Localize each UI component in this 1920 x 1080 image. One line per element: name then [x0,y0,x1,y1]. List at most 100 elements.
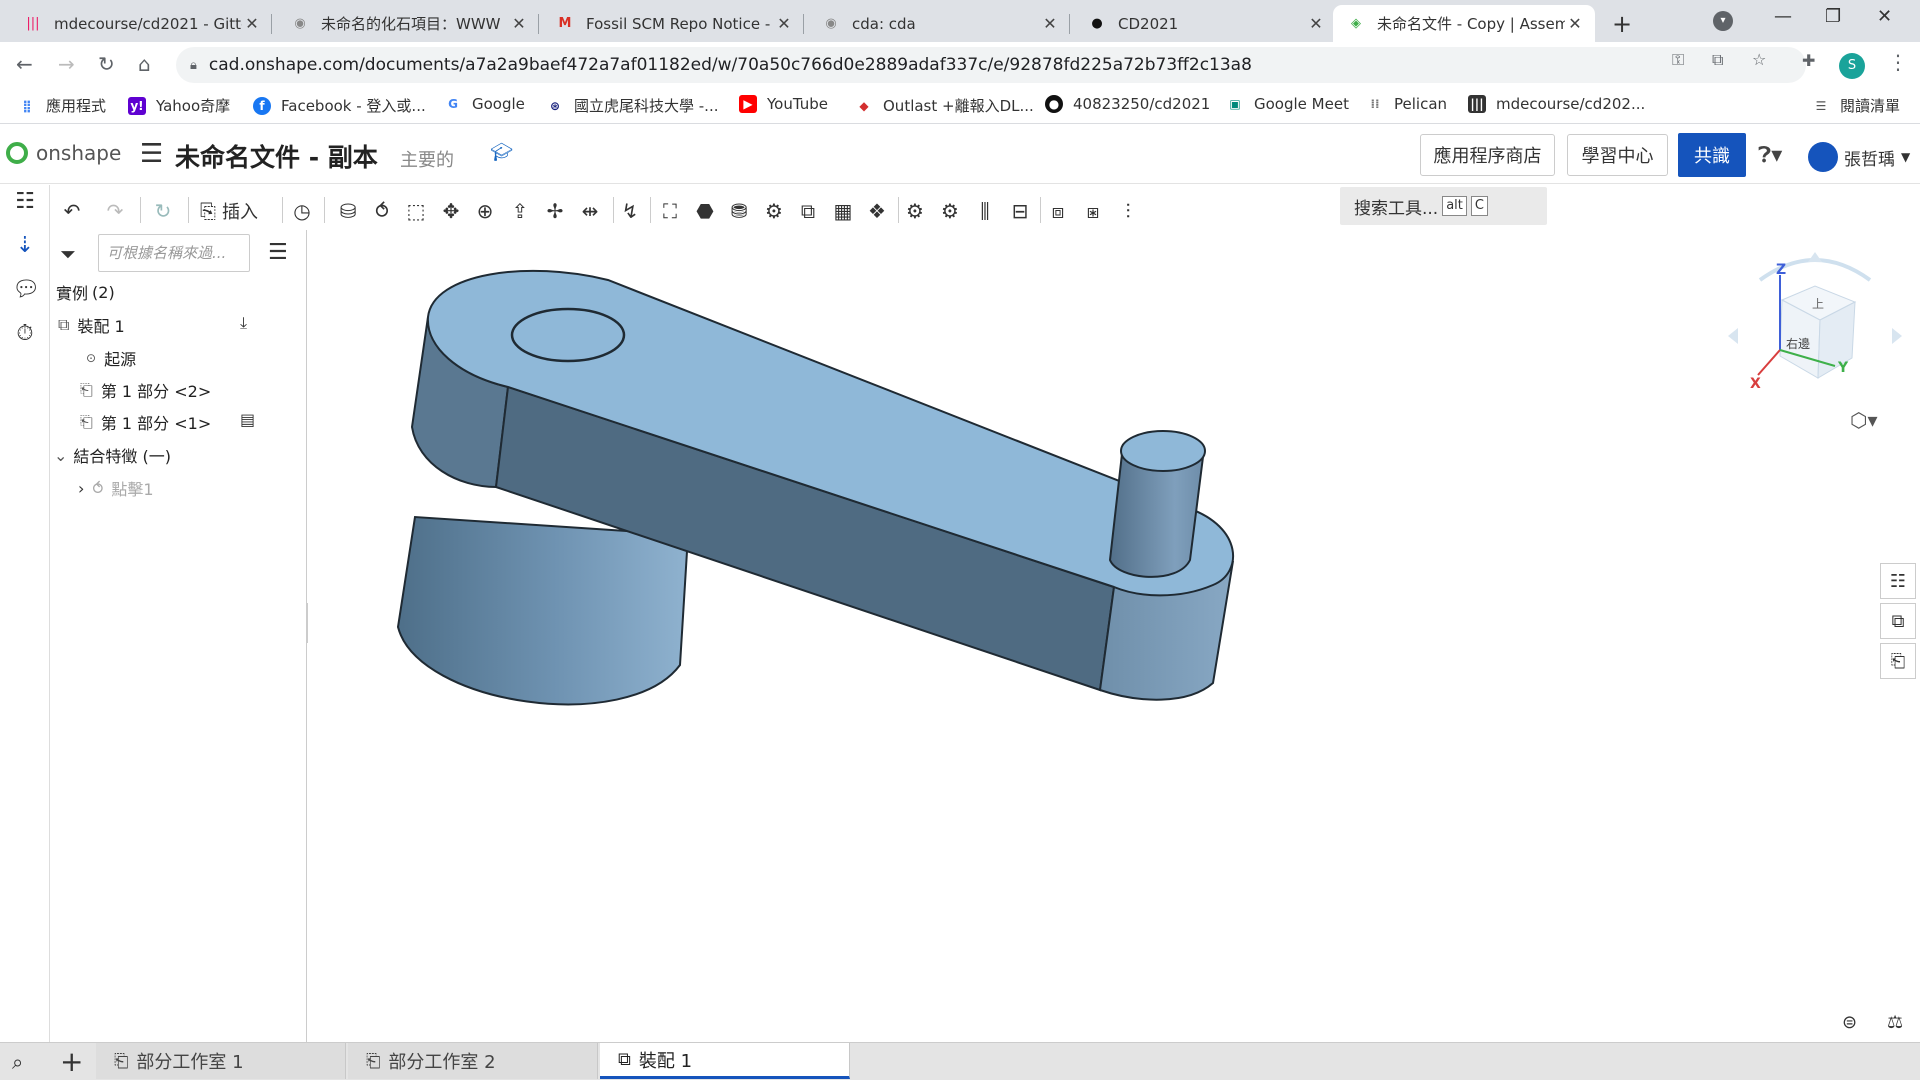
feature-tree-icon[interactable]: ☷ [12,189,38,214]
bookmark-nfu[interactable]: ⊛ 國立虎尾科技大學 -... [546,95,719,116]
configurations-panel-icon[interactable]: ⧉ [1880,603,1916,639]
search-tabs-icon[interactable]: ⌕ [12,1050,23,1074]
undo-icon[interactable]: ↶ [57,197,87,225]
view-cube[interactable]: 上 右邊 Z X Y [1720,250,1910,400]
tree-item-mate[interactable]: › ⥀ 點擊1 [78,476,154,500]
planar-mate-icon[interactable]: ✥ [436,197,466,225]
bookmark-outlast[interactable]: ◆ Outlast +離報入DL... [855,95,1033,116]
measure-icon[interactable]: ⧈ [1043,197,1073,225]
tab-part-studio-1[interactable]: ⎗ 部分工作室 1 [96,1043,346,1079]
new-tab-button[interactable]: + [1612,10,1632,38]
browser-tab-gmail[interactable]: M Fossil SCM Repo Notice - ✕ [542,5,804,42]
tab-assembly-1[interactable]: ⧉ 裝配 1 [600,1043,850,1079]
bookmark-yahoo[interactable]: y! Yahoo奇摩 [128,95,230,116]
redo-icon[interactable]: ↷ [100,197,130,225]
close-icon[interactable]: ✕ [774,14,794,33]
branch-label[interactable]: 主要的 [400,146,454,172]
filter-input[interactable] [98,234,250,272]
list-view-icon[interactable]: ☰ [268,240,288,265]
screw-relation-icon[interactable]: ⚙︎ [935,197,965,225]
bookmark-apps[interactable]: ⣿ 應用程式 [18,95,106,116]
view-cube-up-arrow[interactable] [1808,252,1822,262]
extensions-icon[interactable]: ✚ [1802,51,1815,70]
bookmark-github[interactable]: ● 40823250/cd2021 [1045,95,1210,113]
browser-tab-cda[interactable]: ◉ cda: cda ✕ [808,5,1070,42]
translate-icon[interactable]: ⧉ [1712,50,1723,70]
add-tab-button[interactable]: + [60,1045,83,1078]
help-icon[interactable]: ❓︎▾ [1758,143,1782,168]
graduation-cap-icon[interactable]: 🎓︎ [490,142,513,163]
reload-icon[interactable]: ↻ [98,52,115,76]
refresh-icon[interactable]: ↻ [148,197,178,225]
tree-item-part-2[interactable]: ⎗ 第 1 部分 <2> [80,378,211,402]
timeline-icon[interactable]: ◷ [287,197,317,225]
tree-item-part-1[interactable]: ⎗ 第 1 部分 <1> [80,410,211,434]
gear-icon[interactable]: ⚙︎ [900,197,930,225]
insert-mate-icon[interactable]: ⇣ [12,233,38,258]
browser-tab-fossil-www[interactable]: ◉ 未命名的化石項目：WWW ✕ [277,5,539,42]
tab-search-icon[interactable]: ▾ [1713,11,1733,31]
stopwatch-icon[interactable]: ⏱︎ [12,321,38,346]
fastened-mate-icon[interactable]: ⛁ [333,197,363,225]
units-icon[interactable]: ⊜ [1842,1012,1857,1033]
share-button[interactable]: 共識 [1678,133,1746,177]
pin-slot-mate-icon[interactable]: ⇪ [505,197,535,225]
tree-item-assembly[interactable]: ⧉ 裝配 1 [58,313,125,337]
properties-panel-icon[interactable]: ☷ [1880,563,1916,599]
named-positions-icon[interactable]: ❖ [862,197,892,225]
rack-pinion-icon[interactable]: ⧉ [793,197,823,225]
app-store-button[interactable]: 應用程序商店 [1420,134,1555,176]
revolute-mate-icon[interactable]: ⥀ [367,197,397,225]
browser-tab-cd2021[interactable]: ● CD2021 ✕ [1074,5,1336,42]
forward-arrow-icon[interactable]: → [58,52,75,76]
bookmark-youtube[interactable]: ▶ YouTube [739,95,828,113]
reading-list[interactable]: ☰ 閱讀清單 [1812,95,1900,116]
mate-connector-tool-icon[interactable]: ⛃ [724,197,754,225]
close-icon[interactable]: ✕ [509,14,529,33]
address-bar[interactable]: 🔒︎ cad.onshape.com/documents/a7a2a9baef4… [176,47,1806,83]
menu-kebab-icon[interactable]: ⋮ [1888,50,1908,74]
cylindrical-mate-icon[interactable]: ⊕ [470,197,500,225]
view-cube-left-arrow[interactable] [1728,328,1738,344]
tree-item-origin[interactable]: ⊙ 起源 [86,346,136,370]
minimize-icon[interactable]: — [1774,6,1792,27]
learning-center-button[interactable]: 學習中心 [1567,134,1668,176]
parallel-mate-icon[interactable]: ⇹ [575,197,605,225]
explode-view-icon[interactable]: ▦ [828,197,858,225]
close-icon[interactable]: ✕ [1040,14,1060,33]
view-options-icon[interactable]: ⬡▾ [1850,408,1878,432]
tree-item-mates[interactable]: ⌄ 結合特徵 (一) [54,443,171,467]
back-arrow-icon[interactable]: ← [16,52,33,76]
mate-connector-icon[interactable]: ↯ [615,197,645,225]
star-icon[interactable]: ☆ [1752,50,1766,69]
assembly-panel-icon[interactable]: ⎗ [1880,643,1916,679]
insert-button[interactable]: ⎘ 插入 [200,198,258,224]
restore-icon[interactable]: ❐ [1825,6,1841,27]
replicate-icon[interactable]: ⬣ [690,197,720,225]
close-icon[interactable]: ✕ [1565,14,1585,33]
bookmark-mdecourse[interactable]: ||| mdecourse/cd202... [1468,95,1645,113]
slider-mate-icon[interactable]: ⬚ [401,197,431,225]
bookmark-pelican[interactable]: ⁞⁞ Pelican [1366,95,1447,113]
home-icon[interactable]: ⌂ [138,52,151,76]
fixed-icon[interactable]: ▤ [240,410,255,429]
comments-icon[interactable]: 💬︎ [12,277,40,302]
download-icon[interactable]: ⤓ [240,313,247,333]
gear-relation-icon[interactable]: ⚙︎ [759,197,789,225]
group-icon[interactable]: ⛶ [655,197,685,225]
graphics-viewport[interactable] [308,235,1920,1042]
filter-icon[interactable]: ⏷ [60,242,76,266]
document-title[interactable]: 未命名文件 - 副本 [175,138,378,174]
linear-relation-icon[interactable]: ⫼ [970,197,1000,225]
browser-tab-onshape[interactable]: ◈ 未命名文件 - Copy | Assem ✕ [1333,5,1595,42]
tab-part-studio-2[interactable]: ⎗ 部分工作室 2 [348,1043,598,1079]
mass-properties-icon[interactable]: ⧆ [1078,197,1108,225]
close-icon[interactable]: ✕ [1306,14,1326,33]
bill-of-materials-icon[interactable]: ⫶ [1113,197,1143,225]
browser-tab-gitter[interactable]: ||| mdecourse/cd2021 - Gitte ✕ [10,5,272,42]
crank-model[interactable] [308,235,1920,1042]
bookmark-google[interactable]: G Google [444,95,525,113]
search-tools-input[interactable]: 搜索工具... alt C [1340,187,1547,225]
bookmark-facebook[interactable]: f Facebook - 登入或... [253,95,426,116]
mass-scale-icon[interactable]: ⚖︎ [1887,1012,1903,1033]
